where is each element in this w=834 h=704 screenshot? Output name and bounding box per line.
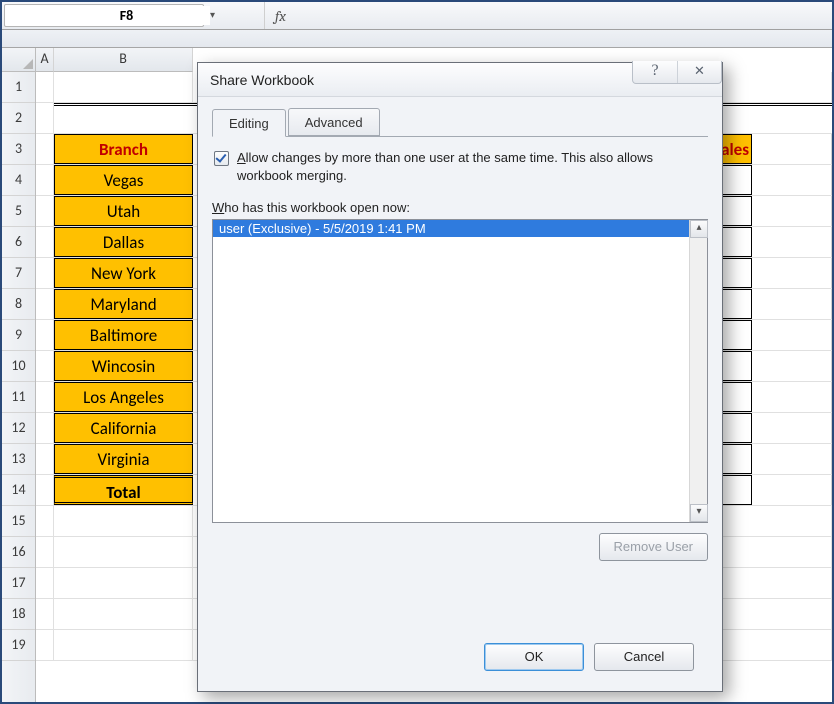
table-header-branch[interactable]: Branch (54, 134, 193, 164)
row-header[interactable]: 5 (2, 196, 35, 227)
fx-group: fx (264, 2, 296, 29)
select-all-corner[interactable] (2, 48, 36, 72)
fx-icon[interactable]: fx (275, 7, 286, 25)
col-header-b[interactable]: B (54, 48, 193, 72)
col-header-a[interactable]: A (36, 48, 54, 72)
formula-bar: ▾ fx (2, 2, 832, 30)
row-header[interactable]: 3 (2, 134, 35, 165)
row-header[interactable]: 9 (2, 320, 35, 351)
tab-advanced[interactable]: Advanced (288, 108, 380, 136)
list-item[interactable]: user (Exclusive) - 5/5/2019 1:41 PM (213, 220, 689, 237)
share-workbook-dialog: Share Workbook ? ✕ Editing Advanced Allo… (197, 62, 723, 692)
row-header[interactable]: 16 (2, 537, 35, 568)
row-header[interactable]: 4 (2, 165, 35, 196)
users-listbox[interactable]: user (Exclusive) - 5/5/2019 1:41 PM ▴ ▾ (212, 219, 708, 523)
column-headers: A B (2, 48, 193, 72)
row-header[interactable]: 18 (2, 599, 35, 630)
table-cell[interactable]: Baltimore (54, 320, 193, 350)
tab-editing[interactable]: Editing (212, 109, 286, 137)
row-header[interactable]: 1 (2, 72, 35, 103)
row-header[interactable]: 19 (2, 630, 35, 661)
close-button[interactable]: ✕ (677, 61, 721, 83)
row-header[interactable]: 13 (2, 444, 35, 475)
dialog-body: Editing Advanced Allow changes by more t… (198, 97, 722, 697)
dialog-title: Share Workbook (210, 72, 314, 88)
dialog-controls: ? ✕ (632, 61, 722, 84)
name-box-wrap[interactable]: ▾ (4, 4, 204, 27)
cancel-button[interactable]: Cancel (594, 643, 694, 671)
row-headers: 1 2 3 4 5 6 7 8 9 10 11 12 13 14 15 16 1… (2, 48, 36, 702)
row-header[interactable]: 11 (2, 382, 35, 413)
dialog-titlebar[interactable]: Share Workbook ? ✕ (198, 63, 722, 97)
table-cell[interactable]: Wincosin (54, 351, 193, 381)
table-cell[interactable]: Virginia (54, 444, 193, 474)
table-cell[interactable]: Utah (54, 196, 193, 226)
row-header[interactable]: 15 (2, 506, 35, 537)
row-header[interactable]: 12 (2, 413, 35, 444)
remove-user-button[interactable]: Remove User (599, 533, 708, 561)
allow-changes-label[interactable]: Allow changes by more than one user at t… (237, 149, 708, 184)
row-header[interactable]: 8 (2, 289, 35, 320)
table-total[interactable]: Total (54, 475, 193, 505)
name-box[interactable] (9, 6, 210, 25)
formula-input[interactable] (296, 2, 832, 29)
allow-changes-row: Allow changes by more than one user at t… (214, 149, 708, 184)
ok-button[interactable]: OK (484, 643, 584, 671)
row-header[interactable]: 10 (2, 351, 35, 382)
who-open-label: Who has this workbook open now: (212, 200, 708, 215)
dialog-footer: OK Cancel (212, 643, 708, 685)
row-header[interactable]: 17 (2, 568, 35, 599)
table-cell[interactable]: New York (54, 258, 193, 288)
table-cell[interactable]: Los Angeles (54, 382, 193, 412)
scroll-down-icon[interactable]: ▾ (690, 504, 708, 522)
tab-row: Editing Advanced (212, 107, 708, 137)
list-scrollbar[interactable]: ▴ ▾ (689, 220, 707, 522)
table-cell[interactable]: Vegas (54, 165, 193, 195)
scroll-up-icon[interactable]: ▴ (690, 220, 708, 238)
help-button[interactable]: ? (633, 61, 677, 83)
under-bar-strip (2, 30, 832, 48)
table-cell[interactable]: Maryland (54, 289, 193, 319)
row-header[interactable]: 14 (2, 475, 35, 506)
table-cell[interactable]: California (54, 413, 193, 443)
allow-changes-checkbox[interactable] (214, 151, 229, 166)
table-cell[interactable]: Dallas (54, 227, 193, 257)
row-header[interactable]: 6 (2, 227, 35, 258)
row-header[interactable]: 7 (2, 258, 35, 289)
row-header[interactable]: 2 (2, 103, 35, 134)
